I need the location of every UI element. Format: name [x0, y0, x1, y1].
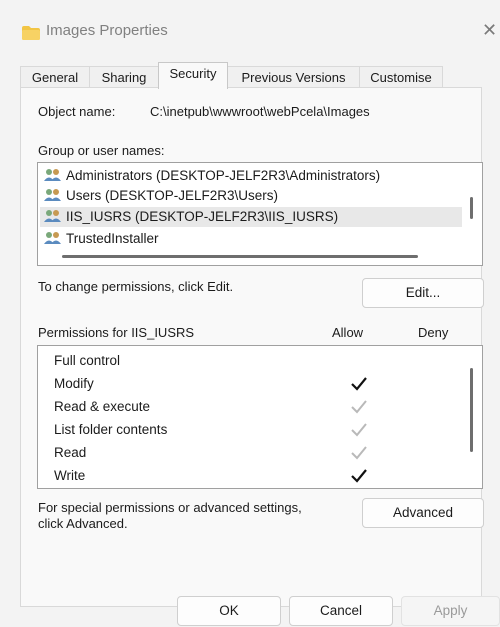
user-group-icon: [44, 169, 61, 181]
permission-row: List folder contents: [54, 420, 474, 440]
tab-customise[interactable]: Customise: [359, 66, 443, 88]
permission-name: Write: [54, 468, 86, 483]
permission-row: Write: [54, 466, 474, 486]
permissions-list[interactable]: Full control Modify Read & execute List …: [37, 345, 483, 489]
permission-name: Full control: [54, 353, 121, 368]
deny-header: Deny: [418, 325, 449, 340]
user-group-icon: [44, 232, 61, 244]
change-permissions-text: To change permissions, click Edit.: [38, 279, 234, 294]
vertical-scrollbar[interactable]: [470, 368, 473, 452]
permission-row: Full control: [54, 351, 474, 371]
tab-strip: General Sharing Security Previous Versio…: [20, 62, 482, 89]
user-group-icon: [44, 210, 61, 222]
list-item[interactable]: Users (DESKTOP-JELF2R3\Users): [44, 186, 462, 206]
allow-header: Allow: [332, 325, 364, 340]
object-name-label: Object name:: [38, 104, 116, 119]
special-permissions-text: For special permissions or advanced sett…: [38, 500, 302, 515]
permission-name: Read & execute: [54, 399, 151, 414]
checkmark-icon: [351, 423, 367, 437]
close-icon[interactable]: ✕: [482, 21, 497, 39]
cancel-button[interactable]: Cancel: [289, 596, 393, 626]
tab-previous-versions[interactable]: Previous Versions: [227, 66, 360, 88]
folder-icon: [22, 26, 40, 40]
title-bar: Images Properties ✕: [0, 0, 500, 56]
tab-security[interactable]: Security: [158, 62, 228, 89]
checkmark-icon: [351, 469, 367, 483]
permission-row: Read & execute: [54, 397, 474, 417]
apply-button[interactable]: Apply: [401, 596, 500, 626]
permission-row: Modify: [54, 374, 474, 394]
checkmark-icon: [351, 377, 367, 391]
horizontal-scrollbar[interactable]: [62, 255, 418, 258]
permissions-for-label: Permissions for IIS_IUSRS: [38, 325, 195, 340]
checkmark-icon: [351, 446, 367, 460]
tab-general[interactable]: General: [20, 66, 90, 88]
ok-button[interactable]: OK: [177, 596, 281, 626]
group-names-label: Group or user names:: [38, 143, 165, 158]
window-title: Images Properties: [46, 22, 168, 39]
tab-sharing[interactable]: Sharing: [89, 66, 159, 88]
object-name-value: C:\inetpub\wwwroot\webPcela\Images: [150, 104, 370, 119]
vertical-scrollbar[interactable]: [470, 197, 473, 219]
list-item-selected[interactable]: IIS_IUSRS (DESKTOP-JELF2R3\IIS_IUSRS): [40, 207, 462, 227]
user-group-icon: [44, 189, 61, 201]
permission-row: Read: [54, 443, 474, 463]
edit-button[interactable]: Edit...: [362, 278, 484, 308]
permission-name: List folder contents: [54, 422, 168, 437]
permission-name: Modify: [54, 376, 94, 391]
advanced-button[interactable]: Advanced: [362, 498, 484, 528]
checkmark-icon: [351, 400, 367, 414]
user-list[interactable]: Administrators (DESKTOP-JELF2R3\Administ…: [37, 162, 483, 266]
special-permissions-text-2: click Advanced.: [38, 516, 128, 531]
list-item[interactable]: Administrators (DESKTOP-JELF2R3\Administ…: [44, 166, 462, 186]
permission-name: Read: [54, 445, 87, 460]
